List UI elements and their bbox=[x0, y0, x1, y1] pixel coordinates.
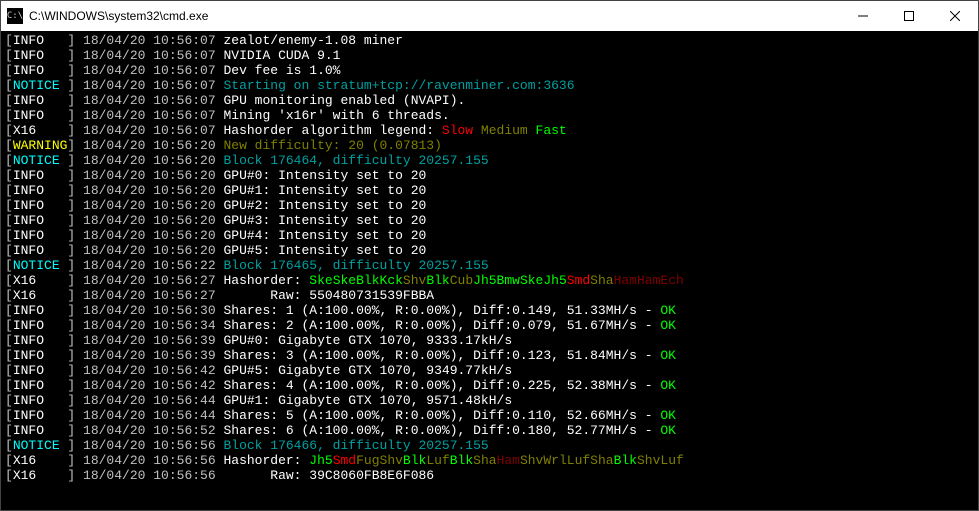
log-line: [INFO ] 18/04/20 10:56:07 NVIDIA CUDA 9.… bbox=[5, 48, 974, 63]
terminal-output[interactable]: [INFO ] 18/04/20 10:56:07 zealot/enemy-1… bbox=[1, 31, 978, 510]
log-line: [X16 ] 18/04/20 10:56:56 Raw: 39C8060FB8… bbox=[5, 468, 974, 483]
maximize-button[interactable] bbox=[886, 1, 932, 31]
log-line: [INFO ] 18/04/20 10:56:39 Shares: 3 (A:1… bbox=[5, 348, 974, 363]
log-line: [X16 ] 18/04/20 10:56:27 Raw: 5504807315… bbox=[5, 288, 974, 303]
log-line: [INFO ] 18/04/20 10:56:20 GPU#1: Intensi… bbox=[5, 183, 974, 198]
log-line: [X16 ] 18/04/20 10:56:07 Hashorder algor… bbox=[5, 123, 974, 138]
log-line: [X16 ] 18/04/20 10:56:56 Hashorder: Jh5S… bbox=[5, 453, 974, 468]
log-line: [NOTICE ] 18/04/20 10:56:20 Block 176464… bbox=[5, 153, 974, 168]
log-line: [INFO ] 18/04/20 10:56:34 Shares: 2 (A:1… bbox=[5, 318, 974, 333]
log-line: [INFO ] 18/04/20 10:56:07 Dev fee is 1.0… bbox=[5, 63, 974, 78]
window-title: C:\WINDOWS\system32\cmd.exe bbox=[29, 9, 208, 23]
log-line: [INFO ] 18/04/20 10:56:07 GPU monitoring… bbox=[5, 93, 974, 108]
log-line: [INFO ] 18/04/20 10:56:42 GPU#5: Gigabyt… bbox=[5, 363, 974, 378]
log-line: [INFO ] 18/04/20 10:56:42 Shares: 4 (A:1… bbox=[5, 378, 974, 393]
titlebar[interactable]: C:\ C:\WINDOWS\system32\cmd.exe bbox=[1, 1, 978, 31]
log-line: [NOTICE ] 18/04/20 10:56:22 Block 176465… bbox=[5, 258, 974, 273]
log-line: [WARNING] 18/04/20 10:56:20 New difficul… bbox=[5, 138, 974, 153]
log-line: [INFO ] 18/04/20 10:56:52 Shares: 6 (A:1… bbox=[5, 423, 974, 438]
close-button[interactable] bbox=[932, 1, 978, 31]
log-line: [INFO ] 18/04/20 10:56:20 GPU#2: Intensi… bbox=[5, 198, 974, 213]
log-line: [NOTICE ] 18/04/20 10:56:07 Starting on … bbox=[5, 78, 974, 93]
log-line: [INFO ] 18/04/20 10:56:07 Mining 'x16r' … bbox=[5, 108, 974, 123]
cmd-icon: C:\ bbox=[7, 8, 23, 24]
log-line: [INFO ] 18/04/20 10:56:20 GPU#0: Intensi… bbox=[5, 168, 974, 183]
window-controls bbox=[840, 1, 978, 31]
log-line: [INFO ] 18/04/20 10:56:39 GPU#0: Gigabyt… bbox=[5, 333, 974, 348]
cmd-window: C:\ C:\WINDOWS\system32\cmd.exe [INFO ] … bbox=[0, 0, 979, 511]
log-line: [NOTICE ] 18/04/20 10:56:56 Block 176466… bbox=[5, 438, 974, 453]
log-line: [INFO ] 18/04/20 10:56:44 GPU#1: Gigabyt… bbox=[5, 393, 974, 408]
log-line: [INFO ] 18/04/20 10:56:20 GPU#4: Intensi… bbox=[5, 228, 974, 243]
minimize-button[interactable] bbox=[840, 1, 886, 31]
log-line: [INFO ] 18/04/20 10:56:44 Shares: 5 (A:1… bbox=[5, 408, 974, 423]
log-line: [X16 ] 18/04/20 10:56:27 Hashorder: SkeS… bbox=[5, 273, 974, 288]
log-line: [INFO ] 18/04/20 10:56:07 zealot/enemy-1… bbox=[5, 33, 974, 48]
log-line: [INFO ] 18/04/20 10:56:20 GPU#5: Intensi… bbox=[5, 243, 974, 258]
log-line: [INFO ] 18/04/20 10:56:20 GPU#3: Intensi… bbox=[5, 213, 974, 228]
log-line: [INFO ] 18/04/20 10:56:30 Shares: 1 (A:1… bbox=[5, 303, 974, 318]
